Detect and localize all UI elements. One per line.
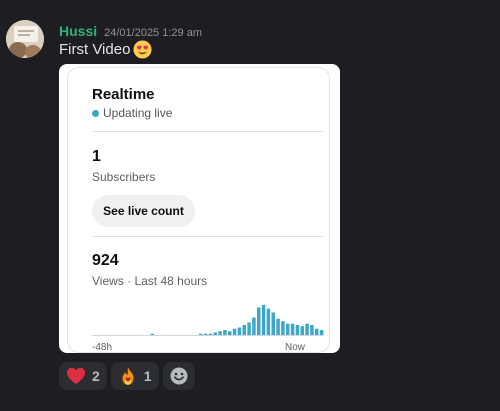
sparkline-bar [247,322,251,335]
sparkline-bar [290,323,295,335]
divider [92,131,324,132]
sparkline-bar [310,325,314,335]
sparkline-bar [286,323,290,335]
avatar[interactable] [6,20,44,58]
add-reaction-icon [170,367,188,385]
views-value: 924 [92,252,119,269]
message-header: Hussi 24/01/2025 1:29 am [59,23,202,39]
sparkline-bar [319,330,324,335]
reactions-bar: 2 1 [59,362,195,390]
sparkline-bar [228,331,232,335]
axis-start-label: -48h [92,342,113,353]
sparkline-bar [242,325,246,335]
sparkline-bar [315,328,319,335]
sparkline-bar [261,305,266,335]
views-sparkline [92,305,324,336]
sparkline-bar [237,327,242,335]
reaction-fire[interactable]: 1 [110,362,159,390]
sparkline-bar [199,333,203,335]
sparkline-bar [257,307,261,335]
sparkline-bar [150,333,155,335]
fire-icon [122,367,134,385]
live-dot-icon [92,109,99,117]
sparkline-bar [295,325,300,335]
sparkline-bar [300,326,304,335]
sparkline-bar [276,318,280,335]
realtime-panel: Realtime Updating live 1 Subscribers See… [67,67,330,353]
sparkline-bar [271,312,275,335]
timestamp: 24/01/2025 1:29 am [104,27,202,39]
reaction-heart[interactable]: 2 [59,362,107,390]
sparkline-bar [266,308,271,335]
message-content: First Video [59,40,152,59]
username[interactable]: Hussi [59,23,97,39]
live-status-text: Updating live [103,106,173,120]
sparkline-bar [223,330,227,335]
reaction-count: 2 [92,368,100,384]
subscribers-value: 1 [92,148,101,165]
divider [92,236,324,237]
sparkline-bar [252,317,256,335]
heart-eyes-emoji-icon [133,40,152,59]
axis-end-label: Now [284,342,305,353]
views-label: Views · Last 48 hours [92,274,208,288]
reaction-count: 1 [143,368,152,384]
card-title: Realtime [92,86,155,103]
see-live-count-button[interactable]: See live count [92,195,195,227]
live-status: Updating live [92,106,172,120]
sparkline-bar [232,328,237,335]
heart-icon [67,367,85,384]
message-text: First Video [59,41,131,58]
sparkline-bar [218,331,222,335]
sparkline-bar [203,333,208,335]
sparkline-bar [281,321,285,335]
sparkline-bar [305,323,309,335]
subscribers-label: Subscribers [92,170,156,184]
sparkline-bar [213,332,217,335]
sparkline-bar [208,333,213,335]
add-reaction-button[interactable] [162,362,195,390]
analytics-embed: Realtime Updating live 1 Subscribers See… [59,64,340,353]
avatar-image [6,20,44,58]
